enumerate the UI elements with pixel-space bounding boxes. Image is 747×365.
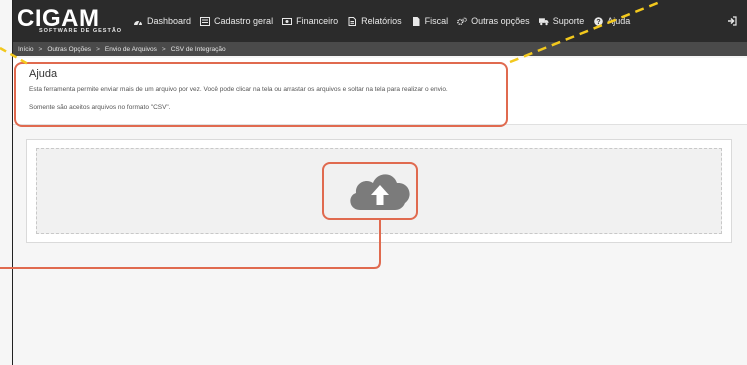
breadcrumb-separator: > bbox=[96, 45, 100, 53]
breadcrumb-outras-opcoes[interactable]: Outras Opções bbox=[47, 46, 91, 53]
nav-ajuda[interactable]: ? Ajuda bbox=[593, 16, 630, 26]
logo-sub: SOFTWARE DE GESTÃO bbox=[39, 28, 123, 34]
nav-cadastro-label: Cadastro geral bbox=[214, 16, 274, 26]
breadcrumb: Início > Outras Opções > Envio de Arquiv… bbox=[13, 42, 747, 56]
list-icon bbox=[200, 16, 211, 26]
help-highlight-box bbox=[14, 62, 508, 127]
nav-relatorios[interactable]: Relatórios bbox=[347, 16, 402, 26]
nav-outras-label: Outras opções bbox=[471, 16, 530, 26]
nav-dashboard-label: Dashboard bbox=[147, 16, 192, 26]
nav-dashboard[interactable]: Dashboard bbox=[133, 16, 191, 26]
logout-button[interactable] bbox=[727, 16, 737, 26]
nav-cadastro-geral[interactable]: Cadastro geral bbox=[200, 16, 273, 26]
nav-ajuda-label: Ajuda bbox=[607, 16, 631, 26]
svg-text:?: ? bbox=[596, 19, 600, 26]
money-icon bbox=[282, 17, 293, 26]
truck-icon bbox=[538, 17, 549, 26]
file-icon bbox=[411, 16, 421, 26]
breadcrumb-envio-arquivos[interactable]: Envio de Arquivos bbox=[105, 46, 157, 53]
breadcrumb-csv-integracao: CSV de Integração bbox=[170, 45, 226, 53]
nav-suporte[interactable]: Suporte bbox=[538, 16, 585, 26]
nav-outras-opcoes[interactable]: Outras opções bbox=[457, 16, 530, 26]
top-navbar: CIGAM SOFTWARE DE GESTÃO Dashboard Cadas… bbox=[13, 0, 747, 42]
nav-relatorios-label: Relatórios bbox=[361, 16, 402, 26]
nav-financeiro-label: Financeiro bbox=[296, 16, 339, 26]
nav-menu: Dashboard Cadastro geral Financeiro Rela… bbox=[133, 0, 639, 42]
nav-suporte-label: Suporte bbox=[552, 16, 585, 26]
breadcrumb-inicio[interactable]: Início bbox=[18, 46, 34, 53]
nav-fiscal-label: Fiscal bbox=[424, 16, 449, 26]
breadcrumb-separator: > bbox=[161, 45, 166, 53]
nav-financeiro[interactable]: Financeiro bbox=[282, 16, 338, 26]
nav-fiscal[interactable]: Fiscal bbox=[411, 16, 449, 26]
cigam-logo[interactable]: CIGAM SOFTWARE DE GESTÃO bbox=[17, 6, 129, 35]
dashboard-icon bbox=[133, 17, 143, 26]
report-icon bbox=[347, 16, 357, 26]
breadcrumb-separator: > bbox=[38, 45, 43, 53]
upload-highlight-box bbox=[322, 162, 418, 220]
question-icon: ? bbox=[593, 16, 603, 26]
cogs-icon bbox=[457, 16, 468, 26]
logout-icon bbox=[728, 16, 737, 26]
